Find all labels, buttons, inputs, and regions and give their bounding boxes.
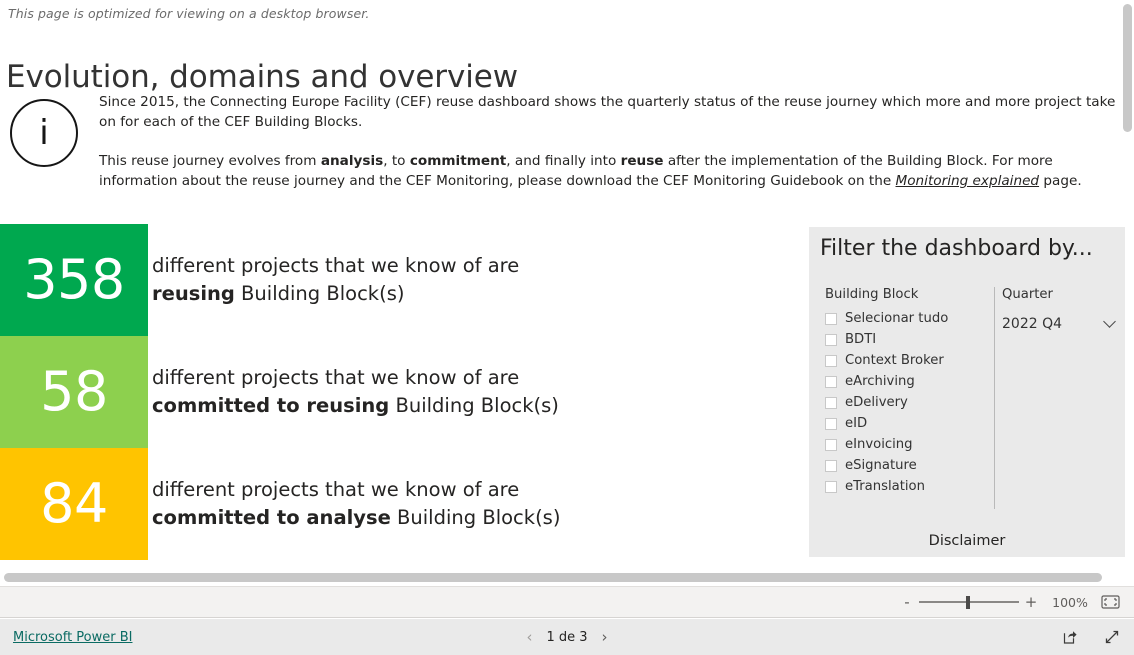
intro-p2-part-b: , to: [383, 153, 410, 169]
checkbox-icon[interactable]: [825, 333, 837, 346]
kpi-desc-line2-committed-reusing: committed to reusing Building Block(s): [152, 392, 772, 420]
quarter-label: Quarter: [1002, 287, 1053, 302]
quarter-dropdown[interactable]: 2022 Q4: [1002, 312, 1122, 336]
page-indicator-label: 1 de 3: [546, 629, 588, 645]
building-block-label: Building Block: [825, 287, 919, 302]
building-block-checkbox-row[interactable]: BDTI: [825, 329, 993, 350]
intro-p2-part-c: , and finally into: [506, 153, 621, 169]
building-block-checkbox-label: eID: [845, 416, 868, 431]
page-navigation: ‹ 1 de 3 ›: [526, 629, 608, 645]
building-block-checkbox-row[interactable]: eDelivery: [825, 392, 993, 413]
kpi-description-committed-analyse: different projects that we know of are c…: [152, 448, 772, 560]
zoom-percent-label: 100%: [1052, 594, 1088, 610]
checkbox-icon[interactable]: [825, 459, 837, 472]
microsoft-power-bi-link[interactable]: Microsoft Power BI: [13, 630, 132, 645]
building-block-checkbox-label: Context Broker: [845, 353, 944, 368]
quarter-filter: Quarter 2022 Q4: [1002, 287, 1122, 336]
checkbox-icon[interactable]: [825, 354, 837, 367]
kpi-description-committed-reusing: different projects that we know of are c…: [152, 336, 772, 448]
kpi-description-reusing: different projects that we know of are r…: [152, 224, 772, 336]
intro-p2-bold-commitment: commitment: [409, 153, 507, 169]
kpi-desc-line1-committed-analyse: different projects that we know of are: [152, 478, 520, 501]
page-title: Evolution, domains and overview: [6, 58, 518, 95]
fit-to-page-icon[interactable]: [1101, 595, 1120, 609]
chevron-left-icon[interactable]: ‹: [526, 629, 532, 645]
building-block-checkbox-label: eArchiving: [845, 374, 915, 389]
kpi-desc-tail-reusing: Building Block(s): [234, 282, 405, 305]
kpi-desc-bold-reusing: reusing: [152, 282, 235, 305]
chevron-down-icon: [1105, 317, 1116, 328]
kpi-desc-line1-committed-reusing: different projects that we know of are: [152, 366, 520, 389]
building-block-checkbox-list: Selecionar tudo BDTI Context Broker eArchiv…: [825, 308, 993, 497]
zoom-slider[interactable]: [919, 595, 1019, 609]
checkbox-icon[interactable]: [825, 312, 837, 325]
share-icon[interactable]: [1062, 629, 1078, 645]
horizontal-scrollbar[interactable]: [0, 569, 1134, 586]
zoom-in-button[interactable]: +: [1023, 593, 1039, 611]
building-block-checkbox-label: BDTI: [845, 332, 877, 347]
disclaimer-link[interactable]: Disclaimer: [809, 533, 1125, 549]
report-viewer: This page is optimized for viewing on a …: [0, 0, 1134, 655]
filter-panel: Filter the dashboard by... Building Bloc…: [809, 227, 1125, 557]
building-block-checkbox-label: eSignature: [845, 458, 917, 473]
intro-p2-bold-analysis: analysis: [320, 153, 384, 169]
building-block-filter: Building Block Selecionar tudo BDTI Contex…: [825, 287, 993, 497]
building-block-checkbox-label: Selecionar tudo: [845, 311, 949, 326]
zoom-out-button[interactable]: -: [899, 593, 915, 611]
intro-p2-bold-reuse: reuse: [620, 153, 664, 169]
building-block-checkbox-row[interactable]: eTranslation: [825, 476, 993, 497]
building-block-checkbox-row[interactable]: Selecionar tudo: [825, 308, 993, 329]
kpi-desc-tail-committed-analyse: Building Block(s): [390, 506, 561, 529]
checkbox-icon[interactable]: [825, 480, 837, 493]
filter-panel-title: Filter the dashboard by...: [820, 236, 1093, 261]
building-block-checkbox-label: eInvoicing: [845, 437, 913, 452]
kpi-value-committed-reusing: 58: [40, 360, 108, 423]
intro-paragraph-2: This reuse journey evolves from analysis…: [99, 152, 1121, 191]
zoom-toolbar: - + 100%: [0, 586, 1134, 618]
report-footer: Microsoft Power BI ‹ 1 de 3 ›: [0, 619, 1134, 655]
building-block-checkbox-label: eTranslation: [845, 479, 925, 494]
intro-text-block: Since 2015, the Connecting Europe Facili…: [99, 93, 1121, 191]
intro-p1-text: Since 2015, the Connecting Europe Facili…: [99, 94, 1116, 130]
checkbox-icon[interactable]: [825, 375, 837, 388]
kpi-value-reusing: 358: [23, 248, 125, 311]
desktop-notice: This page is optimized for viewing on a …: [8, 6, 370, 21]
kpi-desc-bold-committed-reusing: committed to reusing: [152, 394, 390, 417]
checkbox-icon[interactable]: [825, 417, 837, 430]
report-canvas: This page is optimized for viewing on a …: [0, 0, 1134, 586]
chevron-right-icon[interactable]: ›: [602, 629, 608, 645]
kpi-value-chip-reusing: 358: [0, 224, 148, 336]
kpi-desc-bold-committed-analyse: committed to analyse: [152, 506, 391, 529]
fullscreen-icon[interactable]: [1104, 629, 1120, 645]
building-block-checkbox-row[interactable]: eArchiving: [825, 371, 993, 392]
kpi-desc-line2-committed-analyse: committed to analyse Building Block(s): [152, 504, 772, 532]
kpi-value-chip-committed-reusing: 58: [0, 336, 148, 448]
kpi-desc-tail-committed-reusing: Building Block(s): [389, 394, 559, 417]
info-icon-glyph: i: [39, 113, 49, 153]
intro-p2-part-e: page.: [1039, 172, 1082, 189]
building-block-checkbox-row[interactable]: eSignature: [825, 455, 993, 476]
kpi-value-committed-analyse: 84: [40, 472, 108, 535]
filter-column-divider: [994, 287, 995, 509]
intro-p2-part-a: This reuse journey evolves from: [99, 153, 321, 169]
intro-paragraph-1: Since 2015, the Connecting Europe Facili…: [99, 93, 1121, 132]
building-block-checkbox-row[interactable]: eInvoicing: [825, 434, 993, 455]
vertical-scrollbar-thumb[interactable]: [1123, 4, 1132, 132]
building-block-checkbox-row[interactable]: Context Broker: [825, 350, 993, 371]
checkbox-icon[interactable]: [825, 438, 837, 451]
zoom-slider-thumb[interactable]: [966, 596, 970, 609]
kpi-value-chip-committed-analyse: 84: [0, 448, 148, 560]
building-block-checkbox-label: eDelivery: [845, 395, 908, 410]
checkbox-icon[interactable]: [825, 396, 837, 409]
info-circle-icon: i: [10, 99, 78, 167]
kpi-desc-line1-reusing: different projects that we know of are: [152, 254, 520, 277]
building-block-checkbox-row[interactable]: eID: [825, 413, 993, 434]
kpi-desc-line2-reusing: reusing Building Block(s): [152, 280, 772, 308]
footer-icon-group: [1062, 629, 1120, 645]
horizontal-scrollbar-thumb[interactable]: [4, 573, 1102, 582]
quarter-selected-value: 2022 Q4: [1002, 316, 1063, 332]
monitoring-explained-link[interactable]: Monitoring explained: [896, 173, 1040, 189]
